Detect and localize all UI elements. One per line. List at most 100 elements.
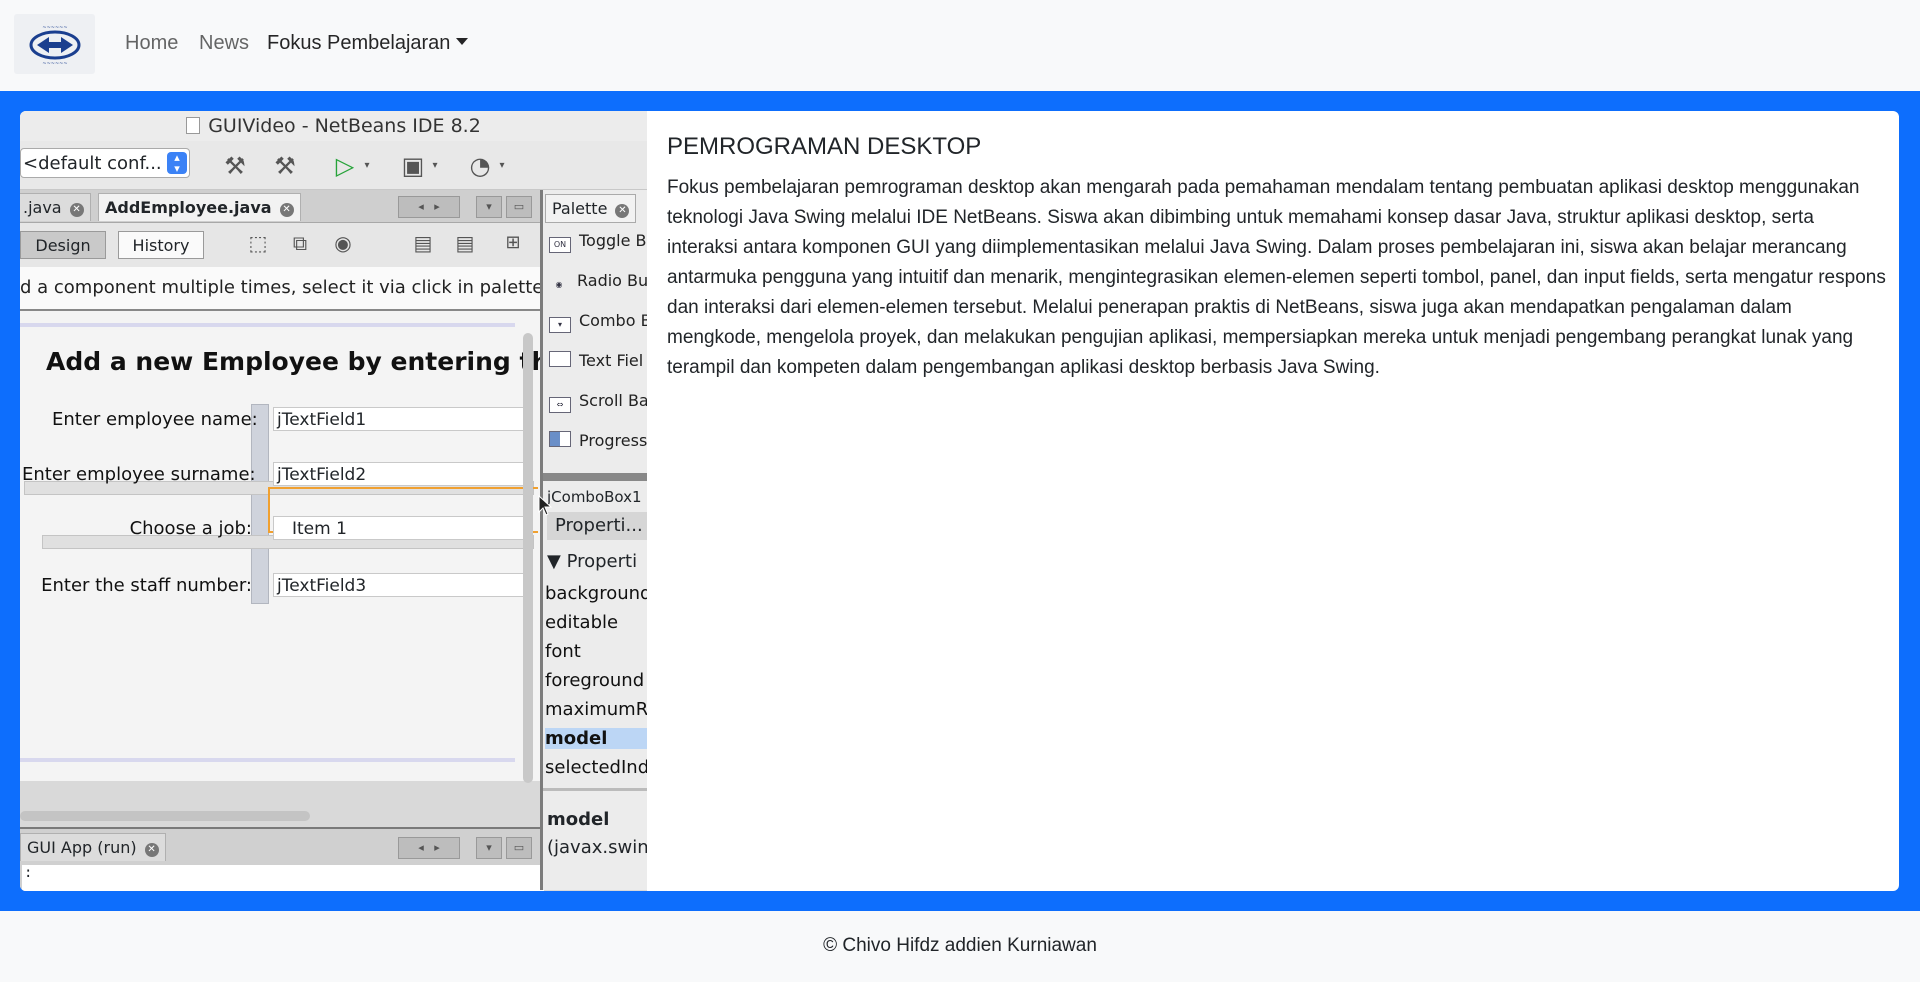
footer: © Chivo Hifdz addien Kurniawan xyxy=(0,911,1920,982)
tab-scroll-arrows: ◂ ▸ xyxy=(398,196,460,218)
footer-copyright: © Chivo Hifdz addien Kurniawan xyxy=(823,935,1097,956)
label-choose-job: Choose a job: xyxy=(129,518,252,539)
align-left-icon: ▤ xyxy=(413,231,433,255)
editor-tab-java: .java ✕ xyxy=(20,193,91,221)
editor-tab-addemployee: AddEmployee.java ✕ xyxy=(98,193,301,221)
palette-item-label: Text Fiel xyxy=(579,351,644,370)
palette-item-combo-box: ▾ Combo B xyxy=(549,311,647,333)
property-description-title: model xyxy=(547,809,610,830)
property-maximum-row-count: maximumR xyxy=(545,699,647,720)
properties-divider xyxy=(543,788,647,791)
selection-mode-icon: ⬚ xyxy=(248,231,268,255)
canvas-scrollbar-vertical xyxy=(523,333,533,783)
design-canvas: Add a new Employee by entering th Enter … xyxy=(20,311,549,781)
palette-hint: d a component multiple times, select it … xyxy=(20,267,540,311)
nav-fokus-pembelajaran-dropdown[interactable]: Fokus Pembelajaran xyxy=(267,32,469,55)
navbar: ~~~~~~ ~~~~~~ Home News Fokus Pembelajar… xyxy=(0,0,1920,91)
config-combo: <default conf... ▴ ▾ xyxy=(20,148,190,178)
progress-bar-icon xyxy=(549,431,571,447)
palette-tab: Palette ✕ xyxy=(545,194,637,223)
profile-dropdown-icon: ▾ xyxy=(499,160,505,171)
property-font: font xyxy=(545,641,581,662)
ide-title-text: GUIVideo - NetBeans IDE 8.2 xyxy=(208,115,481,137)
run-dropdown-icon: ▾ xyxy=(364,160,370,171)
brand-logo[interactable]: ~~~~~~ ~~~~~~ xyxy=(14,14,95,74)
palette-item-label: Scroll Bar xyxy=(579,391,647,410)
property-editable: editable xyxy=(545,612,619,633)
layout-guide-vertical xyxy=(251,404,269,604)
palette-item-progress-bar: Progress xyxy=(549,431,647,450)
ide-toolbar: <default conf... ▴ ▾ ⚒ ⚒ ▷ ▾ ▣ ▾ ◔ ▾ xyxy=(20,141,647,190)
canvas-scrollbar-horizontal xyxy=(20,811,310,821)
output-panel: GUI App (run) ✕ ◂ ▸ ▾ ▭ : xyxy=(20,827,544,891)
palette-item-scroll-bar: ⇔ Scroll Bar xyxy=(549,391,647,413)
properties-section-label: Properti xyxy=(566,551,638,572)
ide-window-title: GUIVideo - NetBeans IDE 8.2 xyxy=(20,111,647,141)
toggle-button-icon: ON xyxy=(549,237,571,253)
palette-panel: Palette ✕ ON Toggle B ◉ Radio But ▾ Combo B … xyxy=(540,190,647,890)
close-icon: ✕ xyxy=(69,203,84,217)
palette-item-text-field: Text Fiel xyxy=(549,351,643,370)
editor-tab-addemployee-label: AddEmployee.java xyxy=(105,198,272,217)
property-description-text: (javax.swin xyxy=(547,837,647,858)
radio-button-icon: ◉ xyxy=(555,280,563,289)
mouse-cursor-icon xyxy=(538,495,553,516)
property-foreground: foreground xyxy=(545,670,645,691)
connection-mode-icon: ⧉ xyxy=(292,231,308,255)
property-background: background xyxy=(545,583,647,604)
close-icon: ✕ xyxy=(615,204,630,218)
maximize-icon: ▭ xyxy=(506,837,532,859)
properties-tab: Properti... xyxy=(547,512,647,540)
section-heading: PEMROGRAMAN DESKTOP xyxy=(667,133,982,160)
maximize-icon: ▭ xyxy=(506,196,532,218)
editor-tab-java-label: .java xyxy=(23,198,62,217)
scroll-bar-icon: ⇔ xyxy=(549,397,571,413)
label-employee-surname: Enter employee surname: xyxy=(22,464,256,485)
property-selected-index: selectedInd xyxy=(545,757,647,778)
palette-item-toggle-button: ON Toggle B xyxy=(549,231,647,253)
caret-down-icon xyxy=(456,38,469,45)
form-title: Add a new Employee by entering th xyxy=(46,347,550,376)
logo-icon: ~~~~~~ ~~~~~~ xyxy=(29,25,80,67)
document-icon xyxy=(186,117,201,134)
tab-scroll-arrows: ◂ ▸ xyxy=(398,837,460,859)
nav-home[interactable]: Home xyxy=(125,32,178,55)
form-top-border xyxy=(20,323,515,327)
combo-box-icon: ▾ xyxy=(549,317,571,333)
tab-list-icon: ▾ xyxy=(476,196,502,218)
palette-item-label: Progress xyxy=(579,431,647,450)
nav-news[interactable]: News xyxy=(199,32,249,55)
palette-item-label: Radio But xyxy=(577,271,647,290)
triangle-down-icon: ▼ xyxy=(547,551,567,572)
netbeans-screenshot: GUIVideo - NetBeans IDE 8.2 <default con… xyxy=(20,111,647,891)
content-card: GUIVideo - NetBeans IDE 8.2 <default con… xyxy=(20,111,1899,891)
field-employee-surname: jTextField2 xyxy=(273,462,533,486)
properties-component-name: jComboBox1 xyxy=(547,488,642,506)
output-text: : xyxy=(22,865,544,891)
label-staff-number: Enter the staff number: xyxy=(41,575,252,596)
field-employee-name: jTextField1 xyxy=(273,407,533,431)
field-staff-number: jTextField3 xyxy=(273,573,533,597)
design-tab: Design xyxy=(20,231,106,259)
nav-fokus-label: Fokus Pembelajaran xyxy=(267,32,451,54)
config-combo-text: <default conf... xyxy=(23,153,162,174)
align-right-icon: ▤ xyxy=(455,231,475,255)
run-tab-label: GUI App (run) xyxy=(27,838,137,857)
section-paragraph: Fokus pembelajaran pemrograman desktop a… xyxy=(667,177,1886,378)
spinner-icon: ▴ ▾ xyxy=(167,152,187,174)
form-bottom-border xyxy=(20,758,515,762)
close-icon: ✕ xyxy=(279,203,294,217)
palette-item-label: Toggle B xyxy=(579,231,647,250)
combo-job: Item 1 xyxy=(273,516,533,540)
close-icon: ✕ xyxy=(144,843,159,857)
svg-text:~~~~~~: ~~~~~~ xyxy=(42,61,67,67)
run-tab: GUI App (run) ✕ xyxy=(20,833,166,861)
property-model: model xyxy=(545,728,647,749)
align-center-icon: ⊞ xyxy=(505,232,521,253)
label-employee-name: Enter employee name: xyxy=(52,409,258,430)
properties-section: ▼ Properti xyxy=(547,551,637,572)
palette-item-label: Combo B xyxy=(579,311,647,330)
tab-list-icon: ▾ xyxy=(476,837,502,859)
history-tab: History xyxy=(118,231,204,259)
svg-text:~~~~~~: ~~~~~~ xyxy=(42,25,67,31)
